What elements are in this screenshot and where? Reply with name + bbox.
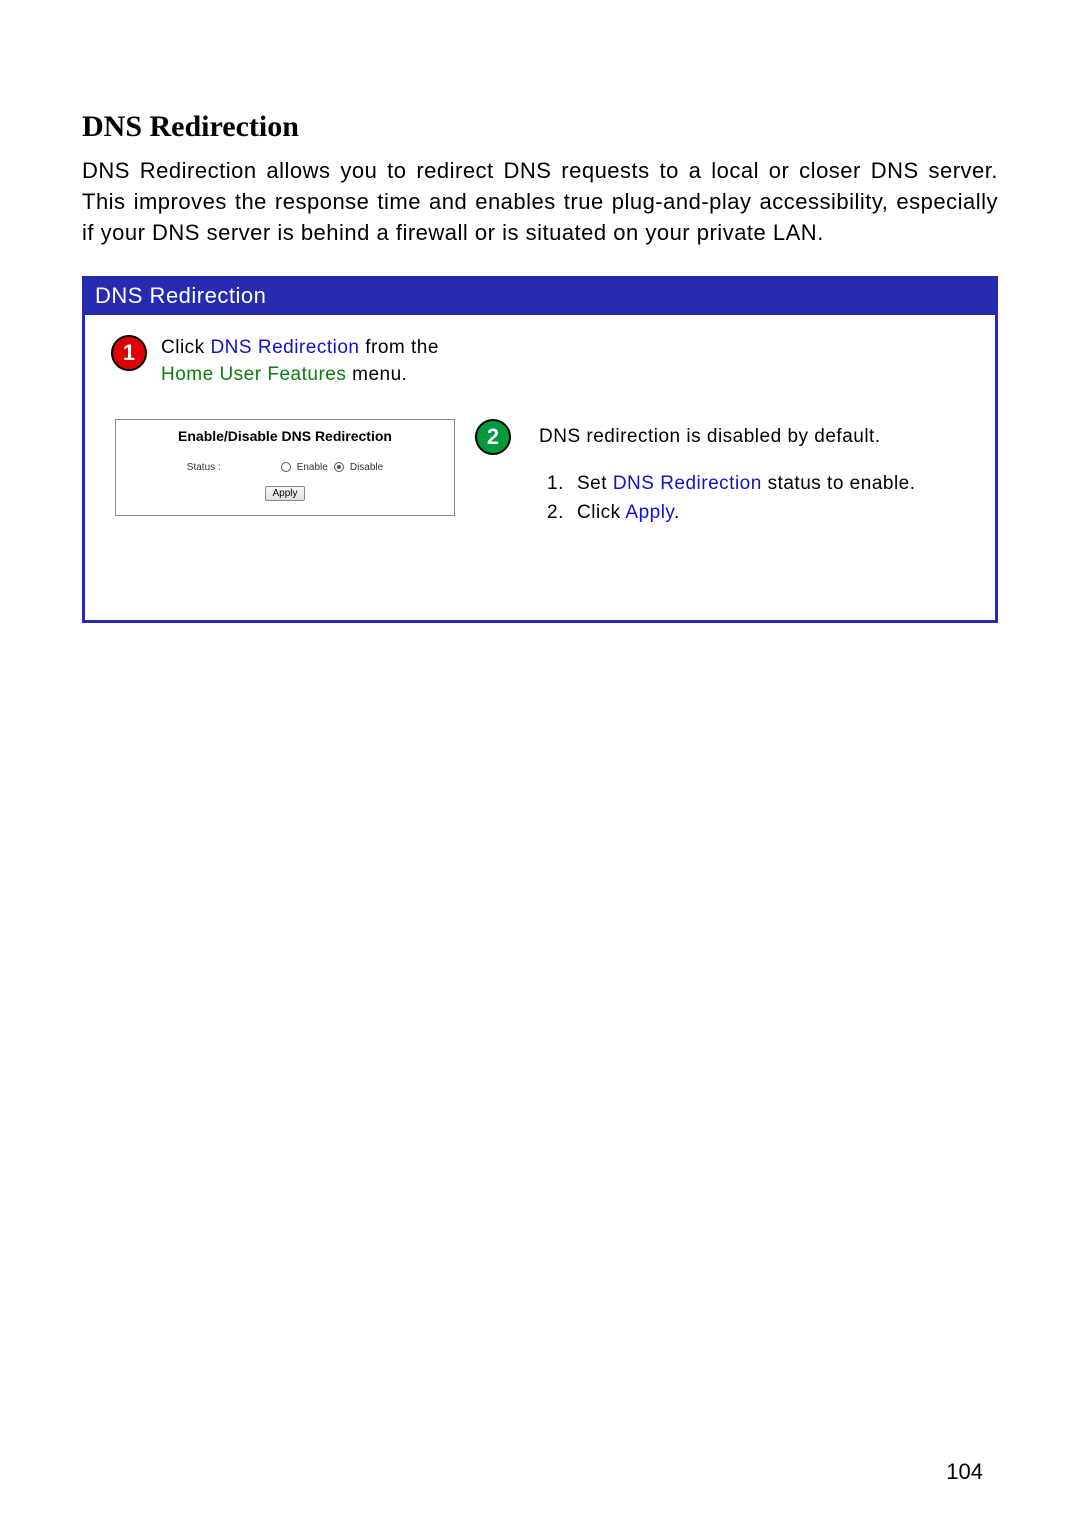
list-num-2: 2.: [547, 500, 577, 526]
radio-dot-icon: [337, 465, 341, 469]
step-1-link-dns: DNS Redirection: [210, 337, 359, 358]
disable-radio[interactable]: [334, 462, 344, 472]
radio-group: Enable Disable: [281, 462, 384, 473]
panel-title: Enable/Disable DNS Redirection: [116, 420, 454, 462]
step-1-mid: from the: [359, 337, 438, 358]
disable-label: Disable: [350, 462, 383, 473]
intro-paragraph: DNS Redirection allows you to redirect D…: [82, 156, 998, 248]
list-text-1: Set DNS Redirection status to enable.: [577, 471, 916, 497]
li2-post: .: [674, 502, 680, 523]
li2-pre: Click: [577, 502, 625, 523]
step-2-list: 1. Set DNS Redirection status to enable.…: [547, 471, 969, 526]
status-row: Status : Enable Disable: [116, 462, 454, 473]
step-1-pre: Click: [161, 337, 210, 358]
step-2-column: 2 DNS redirection is disabled by default…: [475, 419, 969, 530]
page-title: DNS Redirection: [82, 110, 998, 144]
status-label: Status :: [187, 462, 221, 473]
step-1-row: 1 Click DNS Redirection from the Home Us…: [111, 335, 969, 388]
step-2-badge: 2: [475, 419, 511, 455]
box-body: 1 Click DNS Redirection from the Home Us…: [85, 315, 995, 619]
li1-pre: Set: [577, 473, 613, 494]
list-num-1: 1.: [547, 471, 577, 497]
step-1-post: menu.: [346, 364, 407, 385]
list-item: 2. Click Apply.: [547, 500, 969, 526]
li2-link: Apply: [625, 502, 674, 523]
step-2-header: 2 DNS redirection is disabled by default…: [475, 419, 969, 455]
apply-button[interactable]: Apply: [265, 486, 304, 501]
list-text-2: Click Apply.: [577, 500, 680, 526]
step-1-text: Click DNS Redirection from the Home User…: [161, 335, 439, 388]
list-item: 1. Set DNS Redirection status to enable.: [547, 471, 969, 497]
settings-panel: Enable/Disable DNS Redirection Status : …: [115, 419, 455, 516]
enable-radio[interactable]: [281, 462, 291, 472]
li1-link: DNS Redirection: [613, 473, 762, 494]
step-2-default-text: DNS redirection is disabled by default.: [539, 425, 881, 450]
step-1-badge: 1: [111, 335, 147, 371]
step-1-link-menu: Home User Features: [161, 364, 346, 385]
page-number: 104: [946, 1459, 983, 1485]
enable-label: Enable: [297, 462, 328, 473]
instruction-box: DNS Redirection 1 Click DNS Redirection …: [82, 276, 998, 622]
content-row: Enable/Disable DNS Redirection Status : …: [111, 419, 969, 530]
box-header: DNS Redirection: [85, 279, 995, 315]
li1-post: status to enable.: [762, 473, 916, 494]
